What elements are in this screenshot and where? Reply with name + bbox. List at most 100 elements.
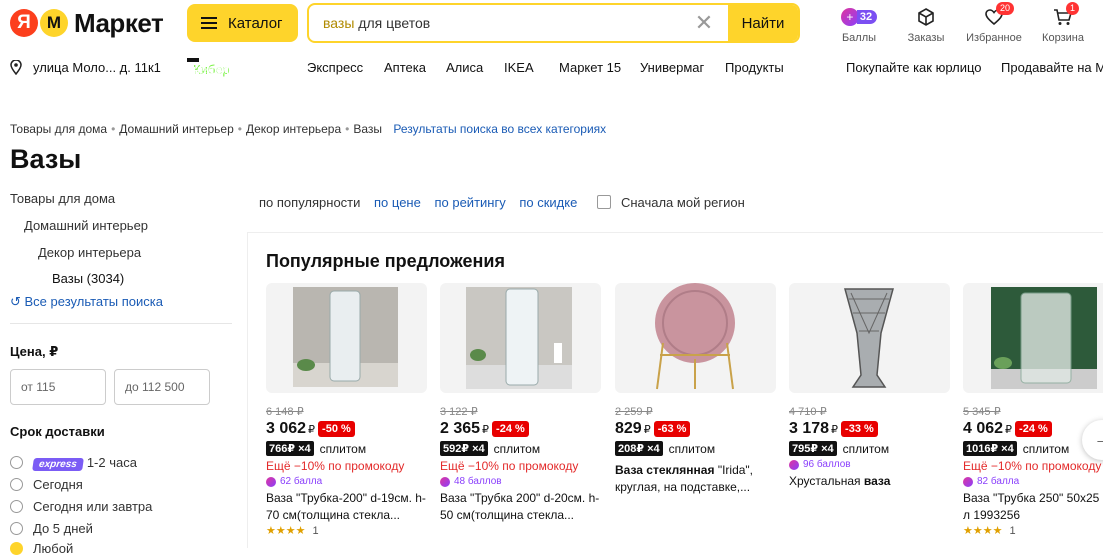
page-title: Вазы [10, 144, 82, 174]
old-price: 5 345 ₽ [963, 406, 1001, 418]
price: 4 062 [963, 420, 1004, 437]
search-query-rest: для цветов [354, 15, 431, 31]
product-image[interactable] [440, 283, 601, 393]
delivery-option-express[interactable]: express 1-2 часа [10, 455, 137, 471]
product-image[interactable] [266, 283, 427, 393]
favorites-nav-item[interactable]: 20 Избранное [966, 2, 1022, 44]
nav-link-pharmacy[interactable]: Аптека [384, 60, 426, 75]
product-image[interactable] [789, 283, 950, 393]
product-title[interactable]: Ваза стеклянная "Irida", круглая, на под… [615, 462, 776, 496]
cart-count-badge: 1 [1066, 2, 1080, 15]
clear-search-icon[interactable]: ✕ [692, 10, 716, 36]
split-payment: 795₽ ×4 сплитом [789, 441, 950, 456]
breadcrumb-item[interactable]: Декор интерьера [246, 122, 341, 136]
sort-bar: по популярности по цене по рейтингу по с… [259, 195, 765, 210]
discount-badge: -63 % [653, 421, 691, 437]
product-title[interactable]: Хрустальная ваза [789, 473, 950, 490]
radio-button[interactable] [10, 500, 23, 513]
radio-button[interactable] [10, 522, 23, 535]
radio-button[interactable] [10, 456, 23, 469]
sort-popularity[interactable]: по популярности [259, 195, 360, 210]
region-first-checkbox[interactable]: Сначала мой регион [596, 195, 755, 210]
rating-stars: ★★★★ 1 [266, 525, 319, 537]
split-payment: 766₽ ×4 сплитом [266, 441, 427, 456]
category-link[interactable]: Декор интерьера [38, 245, 141, 260]
breadcrumb-item[interactable]: Товары для дома [10, 122, 107, 136]
search-button[interactable]: Найти [728, 5, 798, 41]
all-categories-results-link[interactable]: Результаты поиска во всех категориях [393, 122, 606, 136]
delivery-option-today-tomorrow[interactable]: Сегодня или завтра [10, 499, 152, 514]
price-from-input[interactable]: от 115 [10, 369, 106, 405]
points-icon [789, 459, 799, 470]
price: 3 178 [789, 420, 830, 437]
delivery-option-today[interactable]: Сегодня [10, 477, 83, 492]
breadcrumb-item[interactable]: Домашний интерьер [119, 122, 234, 136]
points-icon [963, 476, 973, 487]
old-price: 3 122 ₽ [440, 406, 478, 418]
product-card[interactable]: 3 122 ₽ 2 365 ₽ -24 % 592₽ ×4 сплитом Ещё −… [440, 283, 601, 553]
old-price: 2 259 ₽ [615, 406, 653, 418]
radio-button[interactable] [10, 478, 23, 491]
category-link[interactable]: Домашний интерьер [24, 218, 148, 233]
sort-price[interactable]: по цене [374, 195, 421, 210]
product-image[interactable] [615, 283, 776, 393]
cart-nav-item[interactable]: 1 Корзина [1035, 2, 1091, 44]
nav-link-market15[interactable]: Маркет 15 [559, 60, 621, 75]
nav-link-sell[interactable]: Продавайте на Ма [1001, 60, 1103, 75]
nav-link-univermag[interactable]: Универмаг [640, 60, 704, 75]
discount-badge: -50 % [318, 421, 355, 437]
nav-link-business[interactable]: Покупайте как юрлицо [846, 60, 982, 75]
discount-badge: -24 % [1015, 421, 1052, 437]
price-to-input[interactable]: до 112 500 [114, 369, 210, 405]
category-current: Вазы (3034) [52, 271, 125, 286]
product-card[interactable]: 2 259 ₽ 829 ₽ -63 % 208₽ ×4 сплитом Ваза ст… [615, 283, 776, 553]
delivery-option-5days[interactable]: До 5 дней [10, 521, 93, 536]
search-input[interactable]: вазы для цветов [309, 15, 692, 31]
orders-label: Заказы [907, 32, 945, 44]
radio-button-selected[interactable] [10, 542, 23, 555]
nav-link-alice[interactable]: Алиса [446, 60, 483, 75]
product-title[interactable]: Ваза "Трубка-200" d-19см. h-70 см(толщин… [266, 490, 427, 524]
old-price: 6 148 ₽ [266, 406, 304, 418]
product-card[interactable]: 5 345 ₽ 4 062 ₽ -24 % 1016₽ ×4 сплитом Ещё … [963, 283, 1103, 553]
product-card[interactable]: 4 710 ₽ 3 178 ₽ -33 % 795₽ ×4 сплитом 96 ба… [789, 283, 950, 553]
all-results-link[interactable]: ↺ Все результаты поиска [10, 294, 163, 310]
cart-label: Корзина [1042, 32, 1084, 44]
delivery-option-any[interactable]: Любой [10, 541, 73, 556]
price: 829 [615, 420, 642, 437]
points-label: Баллы [841, 32, 877, 44]
catalog-button[interactable]: Каталог [187, 4, 298, 42]
product-image[interactable] [963, 283, 1103, 393]
market-logo[interactable]: Я M Маркет [10, 7, 164, 38]
category-link[interactable]: Товары для дома [10, 191, 115, 206]
content-divider [247, 232, 248, 548]
yandex-logo-icon: Я [10, 9, 38, 37]
points-nav-item[interactable]: +32 Баллы [831, 6, 887, 44]
sidebar-divider [10, 323, 232, 324]
nav-link-ikea[interactable]: IKEA [504, 60, 534, 75]
price-filter-title: Цена, ₽ [10, 344, 59, 359]
nav-link-products[interactable]: Продукты [725, 60, 784, 75]
arrow-right-icon: → [1094, 431, 1103, 448]
location-pin-icon[interactable] [10, 59, 22, 78]
cyberweek-link[interactable]: Кибер недели [187, 58, 236, 77]
old-price: 4 710 ₽ [789, 406, 827, 418]
promo-text: Ещё −10% по промокоду [440, 459, 579, 473]
sort-discount[interactable]: по скидке [519, 195, 577, 210]
delivery-filter-title: Срок доставки [10, 424, 105, 439]
sort-rating[interactable]: по рейтингу [434, 195, 505, 210]
product-title[interactable]: Ваза "Трубка 200" d-20см. h-50 см(толщин… [440, 490, 601, 524]
return-arrow-icon: ↺ [10, 294, 25, 309]
checkbox[interactable] [596, 195, 611, 209]
nav-link-express[interactable]: Экспресс [307, 60, 363, 75]
split-payment: 592₽ ×4 сплитом [440, 441, 601, 456]
points-icon [266, 476, 276, 487]
address-link[interactable]: улица Моло... д. 11к1 [33, 60, 161, 75]
points-info: 82 балла [963, 476, 1103, 487]
orders-nav-item[interactable]: Заказы [898, 6, 954, 44]
product-card[interactable]: 6 148 ₽ 3 062 ₽ -50 % 766₽ ×4 сплитом Ещё −… [266, 283, 427, 553]
market-logo-text: Маркет [74, 7, 164, 38]
product-title[interactable]: Ваза "Трубка 250" 50x25 22 л 1993256 [963, 490, 1103, 524]
points-info: 62 балла [266, 476, 427, 487]
breadcrumb-item[interactable]: Вазы [353, 122, 382, 136]
